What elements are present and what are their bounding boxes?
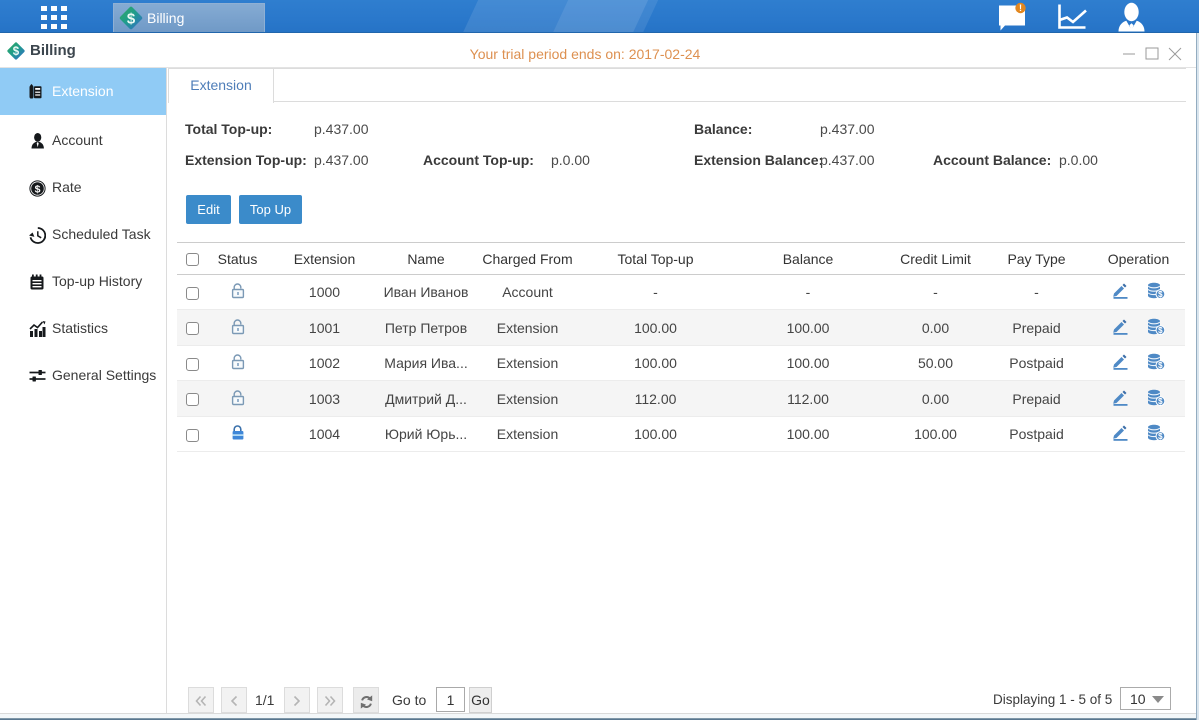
svg-text:$: $	[1158, 397, 1163, 406]
svg-text:$: $	[35, 183, 41, 195]
svg-text:!: !	[1019, 3, 1022, 13]
svg-text:$: $	[1158, 432, 1163, 441]
svg-text:$: $	[1158, 361, 1163, 370]
svg-text:$: $	[1158, 290, 1163, 299]
svg-text:$: $	[127, 11, 136, 28]
svg-text:$: $	[1158, 326, 1163, 335]
